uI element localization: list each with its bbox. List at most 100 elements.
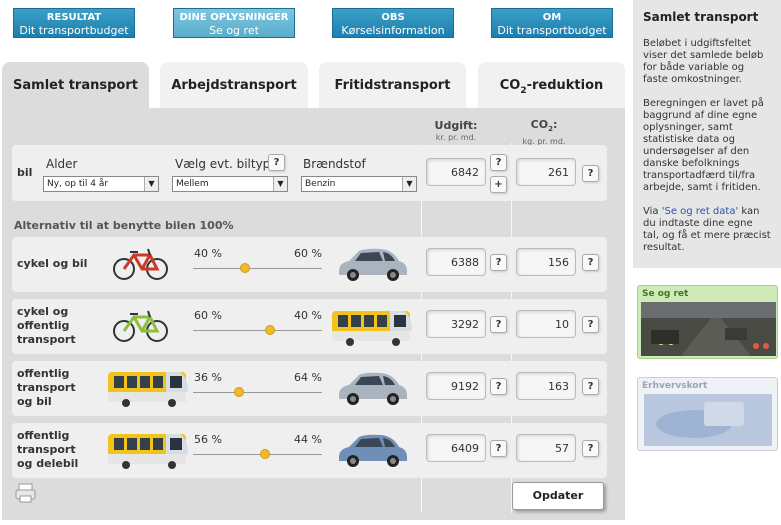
sidebar-paragraph-1: Beløbet i udgiftsfeltet viser det samled… — [643, 38, 764, 85]
udgift-value: 6388 — [426, 248, 486, 276]
train-image — [106, 368, 190, 411]
nav-om-button[interactable]: OM Dit transportbudget — [491, 8, 613, 38]
udgift-help-button[interactable]: ? — [490, 378, 507, 395]
udgift-value: 9192 — [426, 372, 486, 400]
info-sidebar: Samlet transport Beløbet i udgiftsfeltet… — [633, 0, 781, 268]
se-og-ret-link[interactable]: 'Se og ret data' — [662, 206, 739, 217]
udgift-column-title: Udgift: — [434, 119, 478, 132]
split-slider-track[interactable] — [193, 454, 322, 455]
left-percent-label: 40 % — [194, 247, 222, 260]
alternative-row-label: offentlig transport og bil — [17, 367, 76, 409]
car-image — [335, 369, 411, 410]
alternative-row-label-line: offentlig — [17, 367, 70, 380]
tab-arbejdstransport-label: Arbejdstransport — [171, 78, 297, 93]
train-image — [106, 430, 190, 473]
alder-select[interactable]: Ny, op til 4 år ▼ — [43, 176, 159, 192]
right-percent-label: 40 % — [294, 309, 322, 322]
co2-help-button[interactable]: ? — [582, 378, 599, 395]
sidebar-p3-prefix: Via — [643, 206, 662, 217]
udgift-value: 3292 — [426, 310, 486, 338]
bus-image — [330, 307, 414, 350]
bil-udgift-value: 6842 — [426, 158, 486, 186]
update-button[interactable]: Opdater — [512, 482, 604, 510]
tab-co2-reduktion[interactable]: CO2-reduktion — [478, 62, 625, 109]
left-percent-label: 36 % — [194, 371, 222, 384]
braendstof-select[interactable]: Benzin ▼ — [301, 176, 417, 192]
left-percent-label: 60 % — [194, 309, 222, 322]
alder-select-value: Ny, op til 4 år — [47, 179, 109, 189]
traffic-photo-image — [641, 302, 776, 356]
se-og-ret-promo-title: Se og ret — [642, 289, 689, 299]
biltype-select-value: Mellem — [176, 179, 209, 189]
tab-samlet-transport[interactable]: Samlet transport — [2, 62, 149, 109]
co2-value: 57 — [516, 434, 576, 462]
bicycle-image — [112, 309, 170, 346]
split-slider-handle[interactable] — [239, 263, 250, 273]
erhvervskort-promo[interactable]: Erhvervskort — [637, 377, 778, 451]
alternative-row-label-line: offentlig — [17, 429, 70, 442]
braendstof-select-value: Benzin — [305, 179, 336, 189]
sidebar-paragraph-2: Beregningen er lavet på baggrund af dine… — [643, 98, 764, 193]
bil-udgift-help-button[interactable]: ? — [490, 154, 507, 171]
top-navigation: RESULTAT Dit transportbudget DINE OPLYSN… — [0, 0, 630, 50]
udgift-help-button[interactable]: ? — [490, 440, 507, 457]
udgift-help-button[interactable]: ? — [490, 254, 507, 271]
bil-co2-help-button[interactable]: ? — [582, 165, 599, 182]
biltype-select[interactable]: Mellem ▼ — [172, 176, 288, 192]
chevron-down-icon: ▼ — [402, 177, 416, 191]
split-slider-track[interactable] — [193, 268, 322, 269]
braendstof-label: Brændstof — [303, 157, 366, 171]
split-slider-track[interactable] — [193, 392, 322, 393]
tab-co2-label-main: CO — [499, 78, 521, 93]
nav-om-title: OM — [542, 12, 562, 23]
left-percent-label: 56 % — [194, 433, 222, 446]
co2-title-main: CO — [530, 118, 549, 131]
nav-dine-oplysninger-title: DINE OPLYSNINGER — [179, 12, 289, 23]
biltype-label: Vælg evt. biltype — [175, 157, 278, 171]
nav-om-subtitle: Dit transportbudget — [497, 24, 607, 37]
udgift-column-header: Udgift: kr. pr. md. — [428, 120, 484, 143]
co2-value: 163 — [516, 372, 576, 400]
sidebar-title: Samlet transport — [643, 10, 759, 24]
alternative-row-label: cykel og offentlig transport — [17, 305, 76, 347]
tab-co2-label-sub: 2 — [520, 86, 527, 96]
nav-resultat-button[interactable]: RESULTAT Dit transportbudget — [13, 8, 135, 38]
nav-dine-oplysninger-button[interactable]: DINE OPLYSNINGER Se og ret — [173, 8, 295, 38]
print-icon[interactable] — [14, 482, 38, 504]
chevron-down-icon: ▼ — [273, 177, 287, 191]
alternative-row-label: cykel og bil — [17, 257, 87, 271]
tab-fritidstransport[interactable]: Fritidstransport — [319, 62, 466, 109]
erhvervskort-promo-title: Erhvervskort — [642, 381, 708, 391]
bil-row-label: bil — [17, 166, 33, 179]
biltype-help-button[interactable]: ? — [268, 154, 285, 171]
bil-co2-value: 261 — [516, 158, 576, 186]
right-percent-label: 44 % — [294, 433, 322, 446]
erhvervskort-image — [644, 394, 772, 446]
co2-column-header: CO2: kg. pr. md. — [516, 119, 572, 147]
tab-co2-label-rest: -reduktion — [526, 78, 604, 93]
co2-help-button[interactable]: ? — [582, 316, 599, 333]
sidebar-paragraph-3: Via 'Se og ret data' kan du indtaste din… — [643, 206, 771, 254]
bil-expand-button[interactable]: + — [490, 176, 507, 193]
split-slider-track[interactable] — [193, 330, 322, 331]
nav-obs-title: OBS — [381, 12, 405, 23]
right-percent-label: 64 % — [294, 371, 322, 384]
tab-fritidstransport-label: Fritidstransport — [334, 78, 451, 93]
right-percent-label: 60 % — [294, 247, 322, 260]
nav-resultat-subtitle: Dit transportbudget — [19, 24, 129, 37]
co2-help-button[interactable]: ? — [582, 254, 599, 271]
car-image — [335, 431, 411, 472]
alternative-row-label-line: transport — [17, 443, 76, 456]
udgift-help-button[interactable]: ? — [490, 316, 507, 333]
alternative-row-label: offentlig transport og delebil — [17, 429, 78, 471]
co2-help-button[interactable]: ? — [582, 440, 599, 457]
nav-obs-button[interactable]: OBS Kørselsinformation — [332, 8, 454, 38]
udgift-column-unit: kr. pr. md. — [435, 133, 477, 142]
chevron-down-icon: ▼ — [144, 177, 158, 191]
udgift-value: 6409 — [426, 434, 486, 462]
car-image — [335, 245, 411, 286]
tab-arbejdstransport[interactable]: Arbejdstransport — [160, 62, 308, 109]
co2-column-title: CO2: — [530, 118, 558, 133]
alternative-row-label-line: og bil — [17, 395, 52, 408]
se-og-ret-promo[interactable]: Se og ret — [637, 285, 778, 359]
